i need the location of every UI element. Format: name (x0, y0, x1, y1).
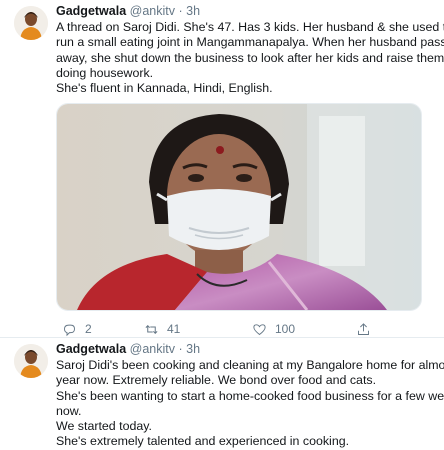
tweet-text-line: She's extremely talented and experienced… (56, 434, 350, 449)
tweet-text-line: She's been wanting to start a home-cooke… (56, 388, 444, 403)
tweet-text-line: A thread on Saroj Didi. She's 47. Has 3 … (56, 20, 444, 34)
tweet-text-line: We started today. (56, 419, 152, 434)
tweet-text: A thread on Saroj Didi. She's 47. Has 3 … (56, 20, 444, 96)
tweet-text-line: now. (56, 403, 82, 418)
tweet-header: Gadgetwala @ankitv · 3h (56, 2, 434, 20)
retweet-icon (145, 325, 158, 334)
user-handle[interactable]: @ankitv (130, 342, 175, 356)
tweet-text-line: run a small eating joint in Mangammanapa… (56, 35, 444, 50)
tweet[interactable]: Gadgetwala @ankitv · 3h A thread on Saro… (0, 0, 444, 337)
tweet-header: Gadgetwala @ankitv · 3h (56, 340, 434, 358)
avatar[interactable] (14, 6, 48, 40)
tweet-text-line: Saroj Didi's been cooking and cleaning a… (56, 358, 444, 372)
separator-dot: · (178, 4, 183, 18)
tweet-text-line: doing housework. (56, 65, 154, 80)
reply-count: 2 (85, 322, 92, 337)
share-icon (358, 323, 369, 335)
tweet-text-line: away, she shut down the business to look… (56, 50, 444, 65)
tweet-photo[interactable] (56, 103, 422, 312)
timestamp[interactable]: 3h (186, 342, 200, 356)
tweet-text: Saroj Didi's been cooking and cleaning a… (56, 358, 444, 450)
photo-of-woman-wearing-mask (57, 104, 421, 311)
tweet-text-line: year now. Extremely reliable. We bond ov… (56, 373, 377, 388)
timeline: Gadgetwala @ankitv · 3h A thread on Saro… (0, 0, 444, 450)
timestamp[interactable]: 3h (186, 4, 200, 18)
user-handle[interactable]: @ankitv (130, 4, 175, 18)
avatar[interactable] (14, 344, 48, 378)
retweet-count: 41 (167, 322, 181, 337)
reply-icon (64, 324, 75, 337)
display-name[interactable]: Gadgetwala (56, 4, 126, 18)
separator-dot: · (178, 342, 183, 356)
heart-icon (253, 324, 266, 336)
like-count: 100 (275, 322, 296, 337)
display-name[interactable]: Gadgetwala (56, 342, 126, 356)
tweet-text-line: She's fluent in Kannada, Hindi, English. (56, 81, 273, 96)
tweet[interactable]: Gadgetwala @ankitv · 3h Saroj Didi's bee… (0, 338, 444, 450)
